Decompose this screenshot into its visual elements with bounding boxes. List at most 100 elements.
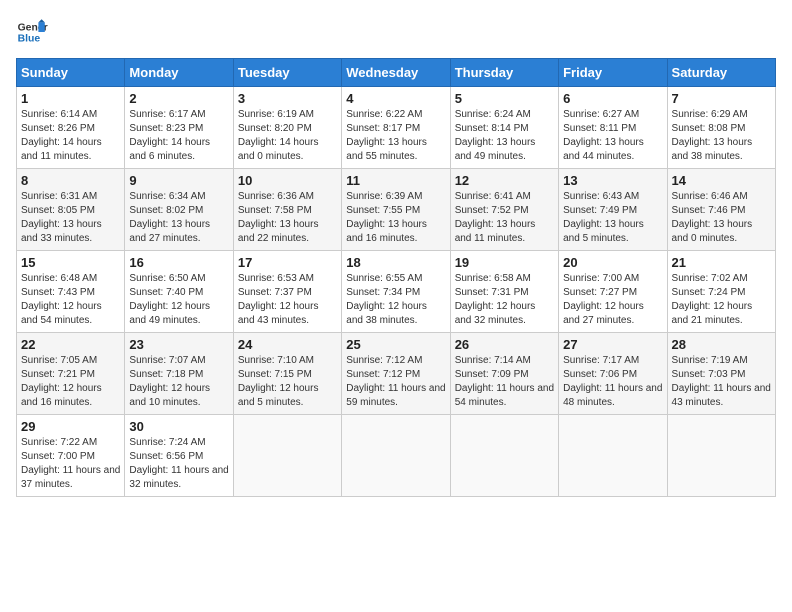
day-number: 21 bbox=[672, 255, 771, 270]
calendar-cell: 1 Sunrise: 6:14 AMSunset: 8:26 PMDaylight… bbox=[17, 87, 125, 169]
day-info: Sunrise: 7:19 AMSunset: 7:03 PMDaylight:… bbox=[672, 354, 771, 410]
day-info: Sunrise: 6:22 AMSunset: 8:17 PMDaylight:… bbox=[346, 108, 445, 164]
calendar-cell: 15Sunrise: 6:48 AMSunset: 7:43 PMDayligh… bbox=[17, 251, 125, 333]
calendar-cell: 20 Sunrise: 7:00 AMSunset: 7:27 PMDayligh… bbox=[559, 251, 667, 333]
day-info: Sunrise: 6:27 AMSunset: 8:11 PMDaylight:… bbox=[563, 108, 662, 164]
day-number: 4 bbox=[346, 91, 445, 106]
calendar-cell: 19 Sunrise: 6:58 AMSunset: 7:31 PMDayligh… bbox=[450, 251, 558, 333]
day-info: Sunrise: 6:19 AMSunset: 8:20 PMDaylight:… bbox=[238, 108, 337, 164]
logo: General Blue bbox=[16, 16, 48, 48]
day-info: Sunrise: 7:24 AMSunset: 6:56 PMDaylight:… bbox=[129, 436, 228, 492]
calendar-week-2: 15Sunrise: 6:48 AMSunset: 7:43 PMDayligh… bbox=[17, 251, 776, 333]
day-info: Sunrise: 6:24 AMSunset: 8:14 PMDaylight:… bbox=[455, 108, 554, 164]
day-info: Sunrise: 7:00 AMSunset: 7:27 PMDaylight:… bbox=[563, 272, 662, 328]
day-info: Sunrise: 6:58 AMSunset: 7:31 PMDaylight:… bbox=[455, 272, 554, 328]
day-info: Sunrise: 6:53 AMSunset: 7:37 PMDaylight:… bbox=[238, 272, 337, 328]
calendar-cell: 10 Sunrise: 6:36 AMSunset: 7:58 PMDayligh… bbox=[233, 169, 341, 251]
day-number: 13 bbox=[563, 173, 662, 188]
day-number: 11 bbox=[346, 173, 445, 188]
calendar-cell: 26Sunrise: 7:14 AMSunset: 7:09 PMDayligh… bbox=[450, 333, 558, 415]
calendar-cell: 8Sunrise: 6:31 AMSunset: 8:05 PMDaylight… bbox=[17, 169, 125, 251]
logo-icon: General Blue bbox=[16, 16, 48, 48]
day-number: 3 bbox=[238, 91, 337, 106]
calendar-cell: 25Sunrise: 7:12 AMSunset: 7:12 PMDayligh… bbox=[342, 333, 450, 415]
calendar-cell: 22Sunrise: 7:05 AMSunset: 7:21 PMDayligh… bbox=[17, 333, 125, 415]
calendar-cell: 29 Sunrise: 7:22 AMSunset: 7:00 PMDayligh… bbox=[17, 415, 125, 497]
day-info: Sunrise: 6:31 AMSunset: 8:05 PMDaylight:… bbox=[21, 190, 120, 246]
calendar-cell: 30 Sunrise: 7:24 AMSunset: 6:56 PMDayligh… bbox=[125, 415, 233, 497]
day-number: 9 bbox=[129, 173, 228, 188]
weekday-header-monday: Monday bbox=[125, 59, 233, 87]
day-info: Sunrise: 7:07 AMSunset: 7:18 PMDaylight:… bbox=[129, 354, 228, 410]
day-number: 6 bbox=[563, 91, 662, 106]
day-info: Sunrise: 6:41 AMSunset: 7:52 PMDaylight:… bbox=[455, 190, 554, 246]
calendar-cell: 4 Sunrise: 6:22 AMSunset: 8:17 PMDaylight… bbox=[342, 87, 450, 169]
calendar-cell: 9 Sunrise: 6:34 AMSunset: 8:02 PMDaylight… bbox=[125, 169, 233, 251]
calendar-cell bbox=[667, 415, 775, 497]
day-info: Sunrise: 6:34 AMSunset: 8:02 PMDaylight:… bbox=[129, 190, 228, 246]
day-number: 12 bbox=[455, 173, 554, 188]
day-info: Sunrise: 7:14 AMSunset: 7:09 PMDaylight:… bbox=[455, 354, 554, 410]
day-info: Sunrise: 7:12 AMSunset: 7:12 PMDaylight:… bbox=[346, 354, 445, 410]
day-info: Sunrise: 6:39 AMSunset: 7:55 PMDaylight:… bbox=[346, 190, 445, 246]
calendar-cell: 12 Sunrise: 6:41 AMSunset: 7:52 PMDayligh… bbox=[450, 169, 558, 251]
calendar-cell: 27 Sunrise: 7:17 AMSunset: 7:06 PMDayligh… bbox=[559, 333, 667, 415]
calendar-cell bbox=[342, 415, 450, 497]
day-info: Sunrise: 6:50 AMSunset: 7:40 PMDaylight:… bbox=[129, 272, 228, 328]
day-info: Sunrise: 7:02 AMSunset: 7:24 PMDaylight:… bbox=[672, 272, 771, 328]
day-info: Sunrise: 7:05 AMSunset: 7:21 PMDaylight:… bbox=[21, 354, 120, 410]
day-number: 18 bbox=[346, 255, 445, 270]
calendar-cell bbox=[233, 415, 341, 497]
calendar-cell: 3 Sunrise: 6:19 AMSunset: 8:20 PMDaylight… bbox=[233, 87, 341, 169]
day-info: Sunrise: 6:46 AMSunset: 7:46 PMDaylight:… bbox=[672, 190, 771, 246]
calendar-cell: 2 Sunrise: 6:17 AMSunset: 8:23 PMDaylight… bbox=[125, 87, 233, 169]
calendar-cell: 24 Sunrise: 7:10 AMSunset: 7:15 PMDayligh… bbox=[233, 333, 341, 415]
calendar-cell: 6 Sunrise: 6:27 AMSunset: 8:11 PMDaylight… bbox=[559, 87, 667, 169]
weekday-header-row: SundayMondayTuesdayWednesdayThursdayFrid… bbox=[17, 59, 776, 87]
calendar-table: SundayMondayTuesdayWednesdayThursdayFrid… bbox=[16, 58, 776, 497]
calendar-cell: 17 Sunrise: 6:53 AMSunset: 7:37 PMDayligh… bbox=[233, 251, 341, 333]
day-number: 20 bbox=[563, 255, 662, 270]
day-number: 10 bbox=[238, 173, 337, 188]
calendar-cell bbox=[450, 415, 558, 497]
weekday-header-wednesday: Wednesday bbox=[342, 59, 450, 87]
calendar-week-4: 29 Sunrise: 7:22 AMSunset: 7:00 PMDayligh… bbox=[17, 415, 776, 497]
day-number: 30 bbox=[129, 419, 228, 434]
calendar-week-1: 8Sunrise: 6:31 AMSunset: 8:05 PMDaylight… bbox=[17, 169, 776, 251]
calendar-header: SundayMondayTuesdayWednesdayThursdayFrid… bbox=[17, 59, 776, 87]
day-number: 15 bbox=[21, 255, 120, 270]
weekday-header-thursday: Thursday bbox=[450, 59, 558, 87]
calendar-cell: 16 Sunrise: 6:50 AMSunset: 7:40 PMDayligh… bbox=[125, 251, 233, 333]
day-info: Sunrise: 6:43 AMSunset: 7:49 PMDaylight:… bbox=[563, 190, 662, 246]
calendar-week-3: 22Sunrise: 7:05 AMSunset: 7:21 PMDayligh… bbox=[17, 333, 776, 415]
day-number: 16 bbox=[129, 255, 228, 270]
day-number: 17 bbox=[238, 255, 337, 270]
day-number: 5 bbox=[455, 91, 554, 106]
day-info: Sunrise: 7:10 AMSunset: 7:15 PMDaylight:… bbox=[238, 354, 337, 410]
weekday-header-tuesday: Tuesday bbox=[233, 59, 341, 87]
day-number: 24 bbox=[238, 337, 337, 352]
day-number: 27 bbox=[563, 337, 662, 352]
day-info: Sunrise: 6:36 AMSunset: 7:58 PMDaylight:… bbox=[238, 190, 337, 246]
day-info: Sunrise: 6:55 AMSunset: 7:34 PMDaylight:… bbox=[346, 272, 445, 328]
weekday-header-friday: Friday bbox=[559, 59, 667, 87]
day-number: 7 bbox=[672, 91, 771, 106]
page-header: General Blue bbox=[16, 16, 776, 48]
day-number: 1 bbox=[21, 91, 120, 106]
calendar-week-0: 1 Sunrise: 6:14 AMSunset: 8:26 PMDaylight… bbox=[17, 87, 776, 169]
day-number: 19 bbox=[455, 255, 554, 270]
day-info: Sunrise: 6:29 AMSunset: 8:08 PMDaylight:… bbox=[672, 108, 771, 164]
day-info: Sunrise: 7:22 AMSunset: 7:00 PMDaylight:… bbox=[21, 436, 120, 492]
calendar-cell: 23Sunrise: 7:07 AMSunset: 7:18 PMDayligh… bbox=[125, 333, 233, 415]
calendar-cell bbox=[559, 415, 667, 497]
day-info: Sunrise: 6:17 AMSunset: 8:23 PMDaylight:… bbox=[129, 108, 228, 164]
day-info: Sunrise: 7:17 AMSunset: 7:06 PMDaylight:… bbox=[563, 354, 662, 410]
day-number: 2 bbox=[129, 91, 228, 106]
calendar-cell: 13 Sunrise: 6:43 AMSunset: 7:49 PMDayligh… bbox=[559, 169, 667, 251]
day-number: 29 bbox=[21, 419, 120, 434]
day-number: 28 bbox=[672, 337, 771, 352]
calendar-cell: 18 Sunrise: 6:55 AMSunset: 7:34 PMDayligh… bbox=[342, 251, 450, 333]
calendar-cell: 7 Sunrise: 6:29 AMSunset: 8:08 PMDaylight… bbox=[667, 87, 775, 169]
day-info: Sunrise: 6:14 AMSunset: 8:26 PMDaylight:… bbox=[21, 108, 120, 164]
day-number: 14 bbox=[672, 173, 771, 188]
